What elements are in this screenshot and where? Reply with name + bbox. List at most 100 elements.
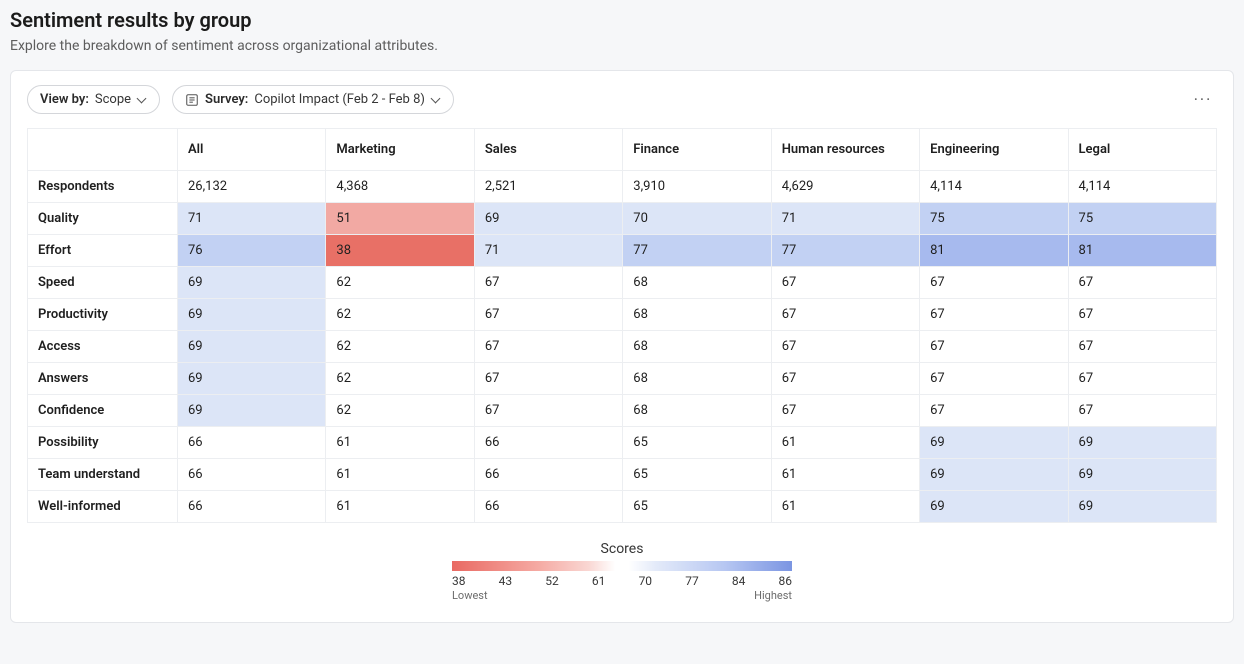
heat-cell[interactable]: 77 (623, 235, 771, 267)
heat-cell[interactable]: 69 (178, 299, 326, 331)
heat-cell[interactable]: 75 (920, 203, 1068, 235)
sentiment-card: View by: Scope Survey: Copilot Impact (F… (10, 70, 1234, 623)
heat-cell[interactable]: 61 (326, 491, 474, 523)
table-row: Speed69626768676767 (28, 267, 1217, 299)
heat-cell[interactable]: 68 (623, 331, 771, 363)
heat-cell[interactable]: 61 (771, 491, 919, 523)
heat-cell[interactable]: 81 (1068, 235, 1216, 267)
table-corner (28, 129, 178, 171)
heat-cell[interactable]: 69 (178, 395, 326, 427)
row-header: Speed (28, 267, 178, 299)
legend-lowest-label: Lowest (452, 589, 488, 602)
heat-cell[interactable]: 69 (178, 331, 326, 363)
heat-cell[interactable]: 70 (623, 203, 771, 235)
heat-cell[interactable]: 67 (771, 331, 919, 363)
heat-cell[interactable]: 66 (474, 459, 622, 491)
heat-cell[interactable]: 69 (920, 459, 1068, 491)
heat-cell[interactable]: 67 (474, 331, 622, 363)
column-header[interactable]: Legal (1068, 129, 1216, 171)
column-header[interactable]: Human resources (771, 129, 919, 171)
heat-cell[interactable]: 69 (178, 363, 326, 395)
legend-tick: 77 (685, 574, 699, 588)
heat-cell[interactable]: 76 (178, 235, 326, 267)
heat-cell[interactable]: 67 (474, 299, 622, 331)
heat-cell[interactable]: 67 (1068, 267, 1216, 299)
heat-cell[interactable]: 66 (474, 491, 622, 523)
heat-cell[interactable]: 68 (623, 299, 771, 331)
heat-cell[interactable]: 68 (623, 267, 771, 299)
heat-cell[interactable]: 62 (326, 363, 474, 395)
heat-cell[interactable]: 67 (1068, 363, 1216, 395)
page-subtitle: Explore the breakdown of sentiment acros… (10, 38, 1234, 54)
row-header: Quality (28, 203, 178, 235)
more-actions-button[interactable]: ··· (1189, 86, 1217, 114)
column-header[interactable]: Finance (623, 129, 771, 171)
survey-label: Survey: (205, 92, 248, 107)
heat-cell[interactable]: 69 (1068, 491, 1216, 523)
heat-cell[interactable]: 67 (920, 331, 1068, 363)
heat-cell[interactable]: 65 (623, 459, 771, 491)
heat-cell[interactable]: 77 (771, 235, 919, 267)
heat-cell[interactable]: 62 (326, 331, 474, 363)
heat-cell[interactable]: 69 (920, 427, 1068, 459)
heat-cell[interactable]: 62 (326, 299, 474, 331)
row-header: Effort (28, 235, 178, 267)
heat-cell[interactable]: 67 (920, 299, 1068, 331)
survey-dropdown[interactable]: Survey: Copilot Impact (Feb 2 - Feb 8) (172, 85, 454, 114)
heat-cell[interactable]: 67 (771, 395, 919, 427)
heat-cell[interactable]: 67 (920, 363, 1068, 395)
view-by-dropdown[interactable]: View by: Scope (27, 85, 160, 114)
heat-cell[interactable]: 69 (1068, 427, 1216, 459)
heat-cell[interactable]: 75 (1068, 203, 1216, 235)
column-header[interactable]: Engineering (920, 129, 1068, 171)
heat-cell[interactable]: 69 (920, 491, 1068, 523)
row-header: Respondents (28, 171, 178, 203)
heat-cell[interactable]: 81 (920, 235, 1068, 267)
heat-cell[interactable]: 67 (920, 395, 1068, 427)
heat-cell[interactable]: 69 (178, 267, 326, 299)
legend-title: Scores (601, 541, 644, 557)
heat-cell[interactable]: 65 (623, 491, 771, 523)
heat-cell[interactable]: 67 (1068, 395, 1216, 427)
legend-tick: 52 (545, 574, 559, 588)
heat-cell[interactable]: 51 (326, 203, 474, 235)
heat-cell[interactable]: 66 (178, 459, 326, 491)
heat-cell[interactable]: 62 (326, 267, 474, 299)
heat-cell[interactable]: 67 (771, 299, 919, 331)
page-title: Sentiment results by group (10, 8, 1234, 32)
heat-cell[interactable]: 66 (178, 427, 326, 459)
table-row: Well-informed66616665616969 (28, 491, 1217, 523)
heat-cell[interactable]: 67 (771, 363, 919, 395)
heat-cell[interactable]: 61 (326, 427, 474, 459)
heat-cell[interactable]: 67 (474, 267, 622, 299)
row-header: Team understand (28, 459, 178, 491)
score-legend: Scores 3843526170778486 Lowest Highest (27, 541, 1217, 602)
heat-cell[interactable]: 61 (771, 427, 919, 459)
heat-cell[interactable]: 71 (178, 203, 326, 235)
heat-cell[interactable]: 66 (178, 491, 326, 523)
row-header: Confidence (28, 395, 178, 427)
column-header[interactable]: Marketing (326, 129, 474, 171)
heat-cell[interactable]: 67 (771, 267, 919, 299)
heat-cell[interactable]: 61 (771, 459, 919, 491)
column-header[interactable]: Sales (474, 129, 622, 171)
heat-cell[interactable]: 67 (1068, 299, 1216, 331)
heat-cell[interactable]: 71 (474, 235, 622, 267)
heat-cell[interactable]: 68 (623, 363, 771, 395)
table-row: Effort76387177778181 (28, 235, 1217, 267)
heat-cell[interactable]: 67 (474, 395, 622, 427)
legend-highest-label: Highest (754, 589, 792, 602)
heat-cell[interactable]: 38 (326, 235, 474, 267)
heat-cell[interactable]: 61 (326, 459, 474, 491)
heat-cell[interactable]: 67 (474, 363, 622, 395)
heat-cell[interactable]: 69 (1068, 459, 1216, 491)
heat-cell[interactable]: 68 (623, 395, 771, 427)
heat-cell[interactable]: 69 (474, 203, 622, 235)
heat-cell[interactable]: 66 (474, 427, 622, 459)
heat-cell[interactable]: 67 (920, 267, 1068, 299)
column-header[interactable]: All (178, 129, 326, 171)
heat-cell[interactable]: 71 (771, 203, 919, 235)
heat-cell[interactable]: 65 (623, 427, 771, 459)
heat-cell[interactable]: 62 (326, 395, 474, 427)
heat-cell[interactable]: 67 (1068, 331, 1216, 363)
